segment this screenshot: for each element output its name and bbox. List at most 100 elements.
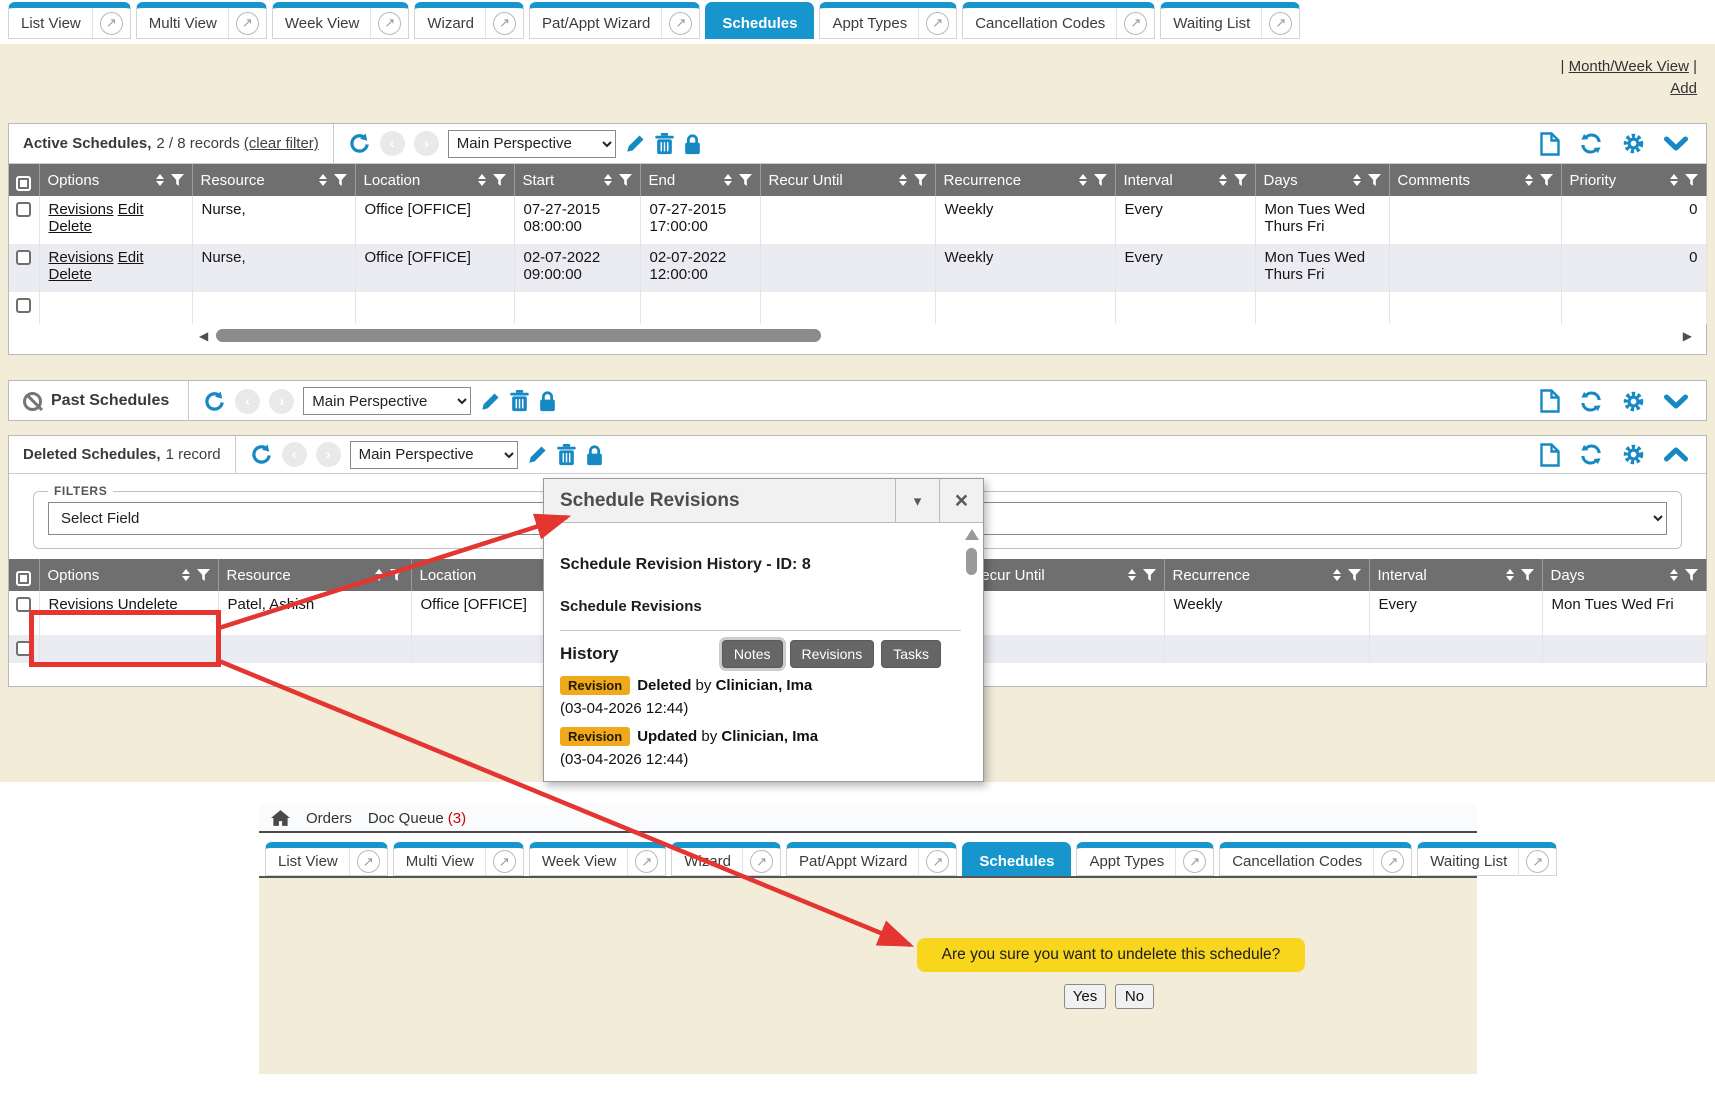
reload-grid-icon[interactable]: [1579, 390, 1603, 413]
sort-icon[interactable]: [1525, 174, 1533, 186]
home-icon[interactable]: [271, 810, 290, 826]
sort-icon[interactable]: [1670, 569, 1678, 581]
lock-icon[interactable]: [585, 444, 604, 466]
column-header-recurrence[interactable]: Recurrence: [935, 164, 1115, 196]
collapse-chevron-up-icon[interactable]: [1664, 447, 1688, 462]
column-header-options[interactable]: Options: [39, 559, 218, 591]
delete-perspective-icon[interactable]: [655, 133, 674, 155]
tab-week-view[interactable]: Week View↗: [272, 2, 409, 39]
popup-scrollbar[interactable]: [964, 529, 979, 575]
filter-icon[interactable]: [914, 174, 927, 186]
collapse-chevron-down-icon[interactable]: [1664, 394, 1688, 409]
new-record-icon[interactable]: [1540, 132, 1560, 156]
column-header-recur-until[interactable]: Recur Until: [962, 559, 1164, 591]
filter-icon[interactable]: [1540, 174, 1553, 186]
reload-grid-icon[interactable]: [1579, 443, 1603, 466]
external-link-icon[interactable]: ↗: [1526, 850, 1549, 873]
select-all-checkbox[interactable]: [16, 176, 31, 191]
filter-icon[interactable]: [1521, 569, 1534, 581]
column-header-recur-until[interactable]: Recur Until: [760, 164, 935, 196]
external-link-icon[interactable]: ↗: [750, 850, 773, 873]
column-header-start[interactable]: Start: [514, 164, 640, 196]
external-link-icon[interactable]: ↗: [1269, 12, 1292, 35]
lock-icon[interactable]: [683, 133, 702, 155]
filter-icon[interactable]: [1143, 569, 1156, 581]
edit-perspective-icon[interactable]: [625, 133, 646, 154]
scroll-up-arrow[interactable]: [965, 529, 979, 540]
column-header-options[interactable]: Options: [39, 164, 192, 196]
tab-pat-appt-wizard[interactable]: Pat/Appt Wizard↗: [786, 842, 957, 876]
external-link-icon[interactable]: ↗: [926, 12, 949, 35]
next-page-button[interactable]: ›: [414, 131, 439, 156]
month-week-view-link[interactable]: Month/Week View: [1569, 58, 1689, 75]
sort-icon[interactable]: [156, 174, 164, 186]
scroll-right-arrow[interactable]: ▶: [1683, 329, 1692, 343]
clear-filter-link[interactable]: (clear filter): [244, 135, 319, 152]
external-link-icon[interactable]: ↗: [493, 12, 516, 35]
next-page-button[interactable]: ›: [269, 389, 294, 414]
external-link-icon[interactable]: ↗: [1381, 850, 1404, 873]
sort-icon[interactable]: [1670, 174, 1678, 186]
sort-icon[interactable]: [375, 569, 383, 581]
settings-gear-icon[interactable]: [1622, 443, 1645, 466]
filter-icon[interactable]: [334, 174, 347, 186]
tab-multi-view[interactable]: Multi View↗: [136, 2, 267, 39]
filter-icon[interactable]: [1685, 569, 1698, 581]
filter-icon[interactable]: [1234, 174, 1247, 186]
tasks-button[interactable]: Tasks: [881, 640, 941, 668]
refresh-icon[interactable]: [203, 390, 226, 413]
delete-perspective-icon[interactable]: [557, 444, 576, 466]
perspective-select[interactable]: Main Perspective: [303, 387, 471, 415]
delete-link[interactable]: Delete: [49, 218, 92, 235]
next-page-button[interactable]: ›: [316, 442, 341, 467]
yes-button[interactable]: Yes: [1064, 984, 1106, 1009]
sort-icon[interactable]: [1128, 569, 1136, 581]
external-link-icon[interactable]: ↗: [357, 850, 380, 873]
external-link-icon[interactable]: ↗: [493, 850, 516, 873]
filter-icon[interactable]: [171, 174, 184, 186]
tab-schedules[interactable]: Schedules: [962, 842, 1071, 876]
external-link-icon[interactable]: ↗: [236, 12, 259, 35]
column-header-location[interactable]: Location: [355, 164, 514, 196]
sort-icon[interactable]: [1079, 174, 1087, 186]
collapse-chevron-down-icon[interactable]: [1664, 136, 1688, 151]
settings-gear-icon[interactable]: [1622, 132, 1645, 155]
sort-icon[interactable]: [604, 174, 612, 186]
no-button[interactable]: No: [1115, 984, 1154, 1009]
nav-orders[interactable]: Orders: [306, 810, 352, 827]
external-link-icon[interactable]: ↗: [635, 850, 658, 873]
external-link-icon[interactable]: ↗: [378, 12, 401, 35]
filter-icon[interactable]: [493, 174, 506, 186]
tab-cancellation-codes[interactable]: Cancellation Codes↗: [962, 2, 1155, 39]
perspective-select[interactable]: Main Perspective: [350, 441, 518, 469]
filter-icon[interactable]: [619, 174, 632, 186]
prev-page-button[interactable]: ‹: [282, 442, 307, 467]
edit-perspective-icon[interactable]: [527, 444, 548, 465]
revisions-button[interactable]: Revisions: [790, 640, 875, 668]
filter-icon[interactable]: [1368, 174, 1381, 186]
sort-icon[interactable]: [724, 174, 732, 186]
column-header-interval[interactable]: Interval: [1369, 559, 1542, 591]
tab-list-view[interactable]: List View↗: [265, 842, 388, 876]
notes-button[interactable]: Notes: [722, 640, 783, 668]
filter-icon[interactable]: [1348, 569, 1361, 581]
tab-cancellation-codes[interactable]: Cancellation Codes↗: [1219, 842, 1412, 876]
column-header-resource[interactable]: Resource: [192, 164, 355, 196]
tab-wizard[interactable]: Wizard↗: [671, 842, 781, 876]
tab-appt-types[interactable]: Appt Types↗: [819, 2, 957, 39]
popup-menu-button[interactable]: ▾: [895, 479, 939, 522]
nav-doc-queue[interactable]: Doc Queue(3): [368, 810, 466, 827]
scroll-left-arrow[interactable]: ◀: [199, 329, 208, 343]
sort-icon[interactable]: [1506, 569, 1514, 581]
filter-icon[interactable]: [1685, 174, 1698, 186]
delete-perspective-icon[interactable]: [510, 390, 529, 412]
tab-waiting-list[interactable]: Waiting List↗: [1160, 2, 1300, 39]
sort-icon[interactable]: [1353, 174, 1361, 186]
column-header-priority[interactable]: Priority: [1561, 164, 1706, 196]
revisions-link[interactable]: Revisions: [49, 201, 114, 218]
sort-icon[interactable]: [1219, 174, 1227, 186]
new-record-icon[interactable]: [1540, 389, 1560, 413]
column-header-resource[interactable]: Resource: [218, 559, 411, 591]
external-link-icon[interactable]: ↗: [1183, 850, 1206, 873]
column-header-recurrence[interactable]: Recurrence: [1164, 559, 1369, 591]
